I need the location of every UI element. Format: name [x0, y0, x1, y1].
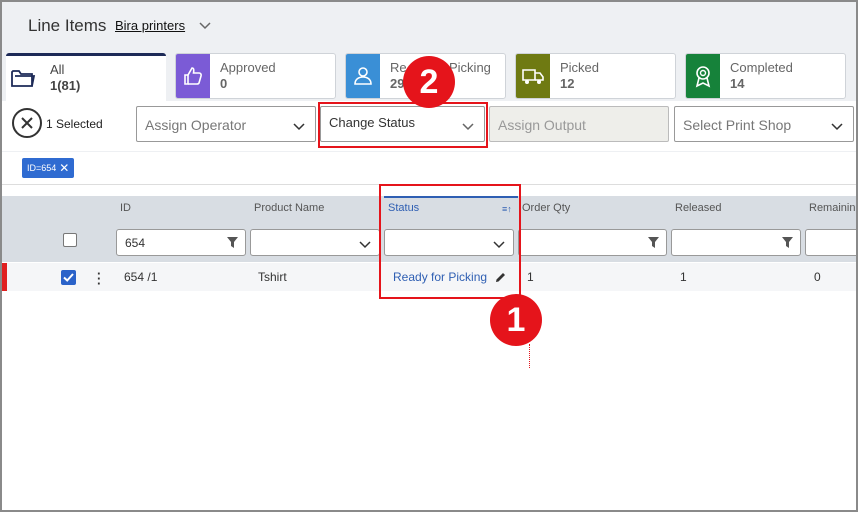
remaining-filter-input[interactable]	[805, 229, 858, 256]
clear-selection-button[interactable]	[12, 108, 42, 138]
cell-remaining: 0	[814, 270, 821, 284]
page-title: Line Items	[28, 16, 107, 35]
row-menu-icon[interactable]: · · ·	[97, 267, 101, 290]
tab-approved[interactable]: Approved 0	[175, 53, 336, 99]
card-label: All	[50, 62, 65, 77]
row-selected-marker	[2, 263, 7, 291]
cell-product-name: Tshirt	[258, 270, 287, 284]
chevron-down-icon	[293, 123, 305, 131]
select-all-checkbox[interactable]	[63, 233, 77, 247]
column-header-remaining[interactable]: Remaining	[809, 202, 858, 214]
tab-picked[interactable]: Picked 12	[515, 53, 676, 99]
column-header-id[interactable]: ID	[120, 202, 131, 214]
close-icon	[21, 117, 33, 129]
filter-icon[interactable]	[226, 236, 239, 249]
id-filter-value: 654	[125, 236, 146, 250]
id-filter-input[interactable]: 654	[116, 229, 246, 256]
cell-order-qty: 1	[527, 270, 534, 284]
assign-output-dropdown[interactable]: Assign Output	[489, 106, 669, 142]
cell-released: 1	[680, 270, 687, 284]
chevron-down-icon[interactable]	[198, 18, 212, 32]
card-count: 12	[560, 76, 575, 91]
card-count: 1(81)	[50, 78, 81, 93]
highlight-change-status	[318, 102, 488, 148]
column-header-order-qty[interactable]: Order Qty	[522, 202, 570, 214]
filter-icon[interactable]	[781, 236, 794, 249]
column-header-released[interactable]: Released	[675, 202, 721, 214]
column-header-product-name[interactable]: Product Name	[254, 202, 324, 214]
selected-count: 1 Selected	[46, 117, 103, 131]
row-checkbox[interactable]	[61, 270, 76, 285]
tab-all[interactable]: All 1(81)	[6, 53, 166, 101]
dropdown-placeholder: Assign Output	[498, 117, 586, 133]
step-1-badge: 1	[490, 294, 542, 346]
filter-chip-label: ID=654	[27, 163, 57, 173]
card-count: 14	[730, 76, 745, 91]
order-qty-filter-input[interactable]	[518, 229, 667, 256]
person-icon	[346, 54, 380, 98]
card-label: Completed	[730, 60, 793, 75]
card-label-end: Picking	[449, 60, 491, 75]
dropdown-placeholder: Assign Operator	[145, 117, 247, 133]
highlight-status-column	[379, 184, 521, 299]
released-filter-input[interactable]	[671, 229, 801, 256]
card-label: Picked	[560, 60, 600, 75]
dropdown-placeholder: Select Print Shop	[683, 117, 792, 133]
filter-icon[interactable]	[647, 236, 660, 249]
chevron-down-icon	[831, 123, 843, 131]
filter-chip[interactable]: ID=654 ✕	[22, 158, 75, 178]
step-2-badge: 2	[403, 56, 455, 108]
card-count: 0	[220, 76, 228, 91]
card-label: Approved	[220, 60, 276, 75]
tab-completed[interactable]: Completed 14	[685, 53, 846, 99]
chevron-down-icon	[359, 241, 371, 249]
award-icon	[686, 54, 720, 98]
remove-filter-icon[interactable]: ✕	[59, 161, 69, 175]
assign-operator-dropdown[interactable]: Assign Operator	[136, 106, 316, 142]
client-link[interactable]: Bira printers	[115, 18, 185, 33]
active-filters: ID=654 ✕	[2, 152, 856, 185]
folder-icon	[6, 56, 40, 100]
select-print-shop-dropdown[interactable]: Select Print Shop	[674, 106, 854, 142]
product-name-filter-select[interactable]	[250, 229, 380, 256]
truck-icon	[516, 54, 550, 98]
check-icon	[63, 273, 74, 282]
cell-id: 654 /1	[124, 270, 158, 284]
dotted-pointer	[529, 344, 530, 368]
thumbs-up-icon	[176, 54, 210, 98]
